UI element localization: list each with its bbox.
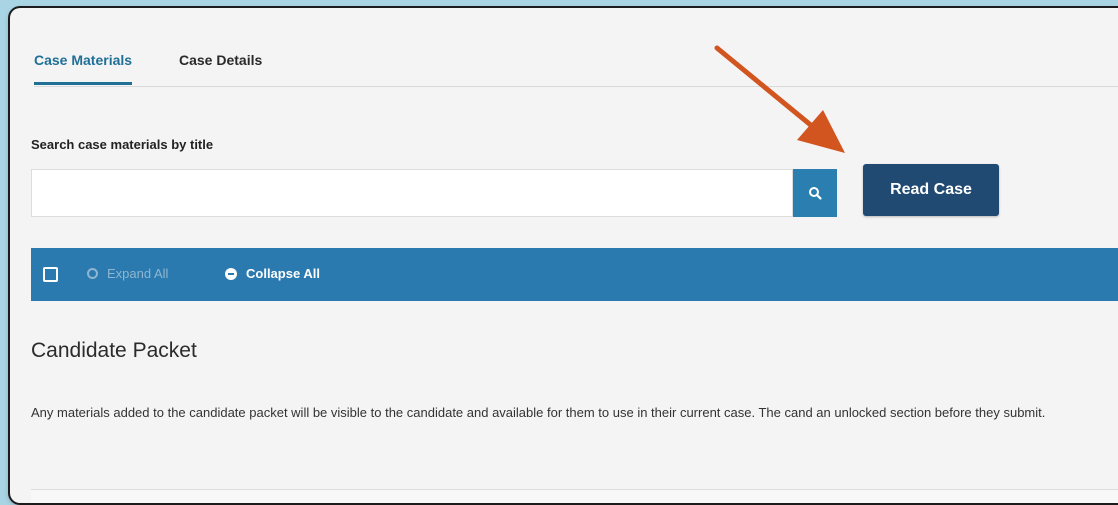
tab-case-details[interactable]: Case Details — [179, 52, 262, 68]
search-field[interactable] — [31, 169, 793, 217]
tab-case-materials[interactable]: Case Materials — [34, 52, 133, 85]
section-description: Any materials added to the candidate pac… — [31, 405, 1046, 420]
tab-bar: Case Materials Case Details — [34, 8, 1118, 87]
collapse-all-button[interactable]: Collapse All — [225, 266, 320, 281]
collapse-all-label: Collapse All — [246, 266, 320, 281]
section-title: Candidate Packet — [31, 339, 197, 362]
expand-all-label: Expand All — [107, 266, 169, 281]
search-label: Search case materials by title — [31, 137, 214, 152]
tab-label: Case Materials — [34, 52, 133, 68]
search-button[interactable] — [793, 169, 837, 217]
expand-icon — [87, 268, 98, 279]
collapse-icon — [225, 267, 237, 280]
search-icon — [809, 187, 822, 200]
tab-label: Case Details — [179, 52, 263, 68]
packet-panel — [31, 489, 1118, 503]
select-all-checkbox[interactable] — [43, 267, 58, 282]
active-tab-indicator — [34, 82, 133, 85]
app-window: Case Materials Case Details Search case … — [10, 8, 1118, 503]
materials-toolbar: Expand All Collapse All — [31, 248, 1118, 301]
search-input[interactable] — [32, 170, 792, 216]
read-case-button[interactable]: Read Case — [863, 164, 999, 216]
expand-all-button[interactable]: Expand All — [87, 266, 168, 281]
